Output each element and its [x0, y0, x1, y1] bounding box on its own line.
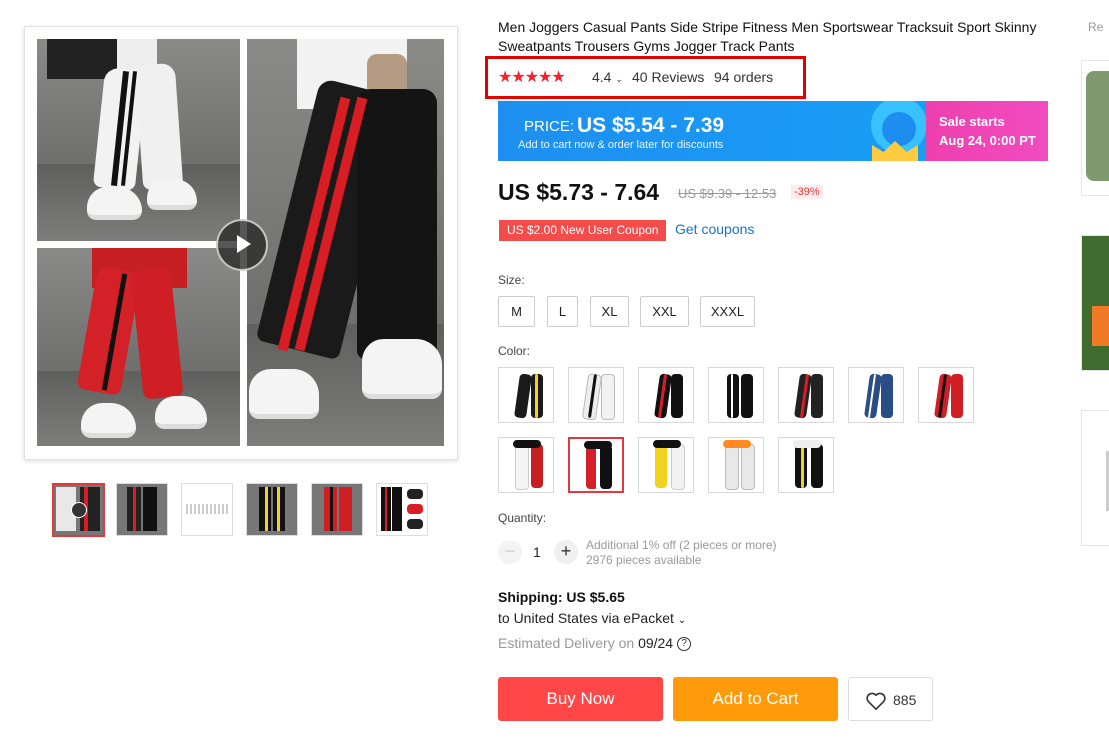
help-icon[interactable]: ? — [677, 637, 692, 652]
quantity-label: Quantity: — [498, 511, 547, 525]
color-swatch-6[interactable] — [848, 367, 904, 423]
color-swatch-3[interactable] — [638, 367, 694, 423]
sale-countdown: Sale starts Aug 24, 0:00 PT — [926, 101, 1048, 161]
quantity-decrease-button[interactable]: − — [498, 540, 522, 564]
image-panel-black-pants — [247, 39, 444, 446]
chevron-down-icon: ⌄ — [615, 74, 623, 84]
original-price: US $9.39 - 12.53 — [678, 186, 777, 201]
size-option-l[interactable]: L — [547, 296, 578, 327]
reviews-link[interactable]: 40 Reviews — [632, 69, 704, 85]
rating-value[interactable]: 4.4 ⌄ — [592, 69, 623, 85]
thumbnail-6[interactable] — [376, 483, 428, 536]
color-swatch-10[interactable] — [638, 437, 694, 493]
recommended-item-1[interactable] — [1081, 60, 1109, 196]
size-option-xl[interactable]: XL — [590, 296, 629, 327]
main-product-image[interactable] — [24, 26, 458, 460]
color-swatch-5[interactable] — [778, 367, 834, 423]
color-swatch-9-selected[interactable] — [568, 437, 624, 493]
new-user-coupon-badge[interactable]: US $2.00 New User Coupon — [499, 220, 667, 241]
star-rating-icon: ★★★★★ — [498, 69, 566, 86]
sale-starts-label: Sale starts — [939, 114, 1005, 129]
sale-starts-date: Aug 24, 0:00 PT — [939, 133, 1036, 148]
promo-banner: PRICE: US $5.54 - 7.39 Add to cart now &… — [498, 101, 1048, 161]
current-price: US $5.73 - 7.64 — [498, 179, 660, 205]
color-swatch-7[interactable] — [918, 367, 974, 423]
color-swatch-12[interactable] — [778, 437, 834, 493]
size-label: Size: — [498, 273, 525, 287]
size-option-m[interactable]: M — [498, 296, 535, 327]
image-panel-red-pants — [37, 248, 240, 446]
size-option-xxxl[interactable]: XXXL — [700, 296, 755, 327]
buy-now-button[interactable]: Buy Now — [498, 677, 663, 721]
banner-price-value: US $5.54 - 7.39 — [577, 114, 725, 137]
thumbnail-4[interactable] — [246, 483, 298, 536]
get-coupons-link[interactable]: Get coupons — [675, 221, 754, 237]
shipping-cost: Shipping: US $5.65 — [498, 589, 625, 605]
color-swatch-1[interactable] — [498, 367, 554, 423]
thumbnail-3[interactable] — [181, 483, 233, 536]
shipping-destination[interactable]: to United States via ePacket ⌄ — [498, 610, 686, 626]
color-swatch-4[interactable] — [708, 367, 764, 423]
chevron-down-icon: ⌄ — [677, 615, 687, 626]
banner-subtitle: Add to cart now & order later for discou… — [518, 139, 724, 151]
product-title: Men Joggers Casual Pants Side Stripe Fit… — [498, 19, 1037, 54]
orders-count: 94 orders — [714, 69, 774, 85]
add-to-cart-button[interactable]: Add to Cart — [673, 677, 838, 721]
color-swatch-11[interactable] — [708, 437, 764, 493]
discount-badge: -39% — [791, 185, 823, 199]
wishlist-count: 885 — [893, 692, 917, 708]
color-label: Color: — [498, 344, 531, 358]
banner-decoration-inner — [882, 112, 916, 146]
bulk-discount-note: Additional 1% off (2 pieces or more) — [586, 538, 777, 552]
thumbnail-2[interactable] — [116, 483, 168, 536]
estimated-delivery: Estimated Delivery on 09/24? — [498, 635, 692, 652]
quantity-value[interactable]: 1 — [533, 544, 541, 560]
color-swatch-2[interactable] — [568, 367, 624, 423]
color-swatch-8[interactable] — [498, 437, 554, 493]
recommended-item-3[interactable] — [1081, 410, 1109, 546]
stock-available: 2976 pieces available — [586, 553, 702, 567]
size-option-xxl[interactable]: XXL — [640, 296, 689, 327]
recommendations-label: Re — [1088, 20, 1104, 34]
quantity-note: Additional 1% off (2 pieces or more) 297… — [586, 538, 777, 568]
recommended-item-2[interactable] — [1081, 235, 1109, 371]
thumbnail-5[interactable] — [311, 483, 363, 536]
heart-icon — [866, 692, 886, 710]
wishlist-button[interactable]: 885 — [848, 677, 933, 721]
banner-price-label: PRICE: — [524, 118, 575, 135]
play-video-icon[interactable] — [216, 219, 268, 271]
quantity-increase-button[interactable]: + — [554, 540, 578, 564]
thumbnail-1[interactable] — [52, 483, 105, 537]
image-panel-white-pants — [37, 39, 240, 241]
